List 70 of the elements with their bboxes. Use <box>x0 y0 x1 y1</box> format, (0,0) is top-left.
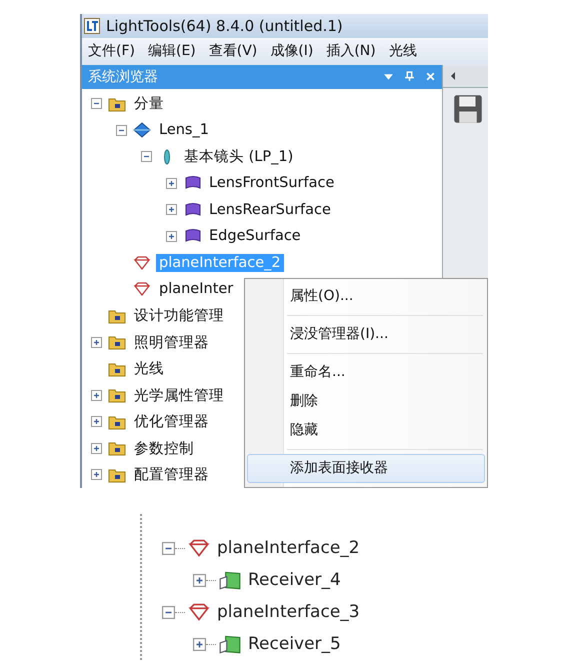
collapse-icon[interactable] <box>140 151 152 162</box>
tree-item[interactable]: 基本镜头 (LP_1) <box>181 146 296 168</box>
folder-icon <box>108 387 126 404</box>
menu-item[interactable]: 插入(N) <box>326 42 376 60</box>
expand-icon[interactable] <box>90 336 102 348</box>
menu-item[interactable]: 光线 <box>388 42 417 60</box>
folder-icon <box>108 96 126 112</box>
menu-item[interactable]: 属性(O)... <box>247 282 485 310</box>
tree-item[interactable]: 照明管理器 <box>131 332 212 353</box>
gem-outline-icon <box>187 602 211 622</box>
menu-item[interactable]: 浸没管理器(I)... <box>247 320 485 348</box>
collapse-icon[interactable] <box>116 124 126 136</box>
collapse-icon[interactable] <box>162 606 175 618</box>
app-logo-icon <box>84 18 100 34</box>
tree-item[interactable]: Receiver_4 <box>248 570 341 590</box>
menu-item[interactable]: 文件(F) <box>88 42 135 60</box>
pin-icon[interactable] <box>404 71 415 82</box>
save-icon[interactable] <box>453 94 483 124</box>
expand-icon[interactable] <box>193 574 206 586</box>
tree-item[interactable]: EdgeSurface <box>206 227 304 246</box>
expand-icon[interactable] <box>166 178 176 189</box>
tree-item[interactable]: 分量 <box>131 93 167 114</box>
tree-item[interactable]: Receiver_5 <box>248 634 341 654</box>
gem-outline-icon <box>133 281 151 298</box>
menu-item[interactable]: 删除 <box>247 386 485 416</box>
folder-icon <box>108 440 126 456</box>
folder-icon <box>108 334 126 350</box>
tree-item[interactable]: LensRearSurface <box>206 200 334 219</box>
tree-item[interactable]: Lens_1 <box>156 121 212 140</box>
collapse-icon[interactable] <box>162 542 175 554</box>
menu-item[interactable]: 成像(I) <box>270 42 314 60</box>
receiver-icon <box>218 634 242 654</box>
diamond-icon <box>133 122 151 138</box>
surface-icon <box>183 228 201 244</box>
tree-item[interactable]: planeInter <box>156 280 236 298</box>
surface-icon <box>183 202 201 218</box>
tree-item[interactable]: LensFrontSurface <box>206 174 338 192</box>
tree-item[interactable]: 配置管理器 <box>131 464 212 486</box>
menu-item[interactable]: 查看(V) <box>208 42 258 60</box>
tree-item[interactable]: 优化管理器 <box>131 411 212 432</box>
expand-icon[interactable] <box>193 638 206 650</box>
scroll-left-icon[interactable] <box>449 70 457 80</box>
tree-item[interactable]: planeInterface_3 <box>217 602 360 622</box>
expand-icon[interactable] <box>90 416 102 428</box>
menu-item[interactable]: 添加表面接收器 <box>247 454 485 482</box>
expand-icon[interactable] <box>166 230 176 242</box>
tree-item[interactable]: 设计功能管理 <box>131 305 227 326</box>
tree-item[interactable]: 参数控制 <box>131 438 197 459</box>
expand-icon[interactable] <box>166 204 176 216</box>
gem-outline-icon <box>133 254 151 271</box>
expand-icon[interactable] <box>90 390 102 401</box>
window-title: LightTools(64) 8.4.0 (untitled.1) <box>106 17 343 36</box>
menu-item[interactable]: 编辑(E) <box>148 42 196 60</box>
collapse-icon[interactable] <box>90 98 102 110</box>
menu-item[interactable]: 重命名... <box>247 358 485 386</box>
gem-outline-icon <box>187 538 211 558</box>
tree-item[interactable]: planeInterface_2 <box>217 538 360 558</box>
surface-icon <box>183 175 201 192</box>
menu-item[interactable]: 隐藏 <box>247 416 485 444</box>
tree-item[interactable]: 光学属性管理 <box>131 384 227 406</box>
folder-icon <box>108 360 126 377</box>
close-icon[interactable] <box>425 71 436 82</box>
expand-icon[interactable] <box>90 469 102 480</box>
receiver-icon <box>218 570 242 590</box>
folder-icon <box>108 414 126 430</box>
expand-icon[interactable] <box>90 442 102 454</box>
folder-icon <box>108 308 126 324</box>
tree-item[interactable]: 光线 <box>131 358 167 380</box>
folder-icon <box>108 466 126 483</box>
panel-title: 系统浏览器 <box>88 68 159 86</box>
